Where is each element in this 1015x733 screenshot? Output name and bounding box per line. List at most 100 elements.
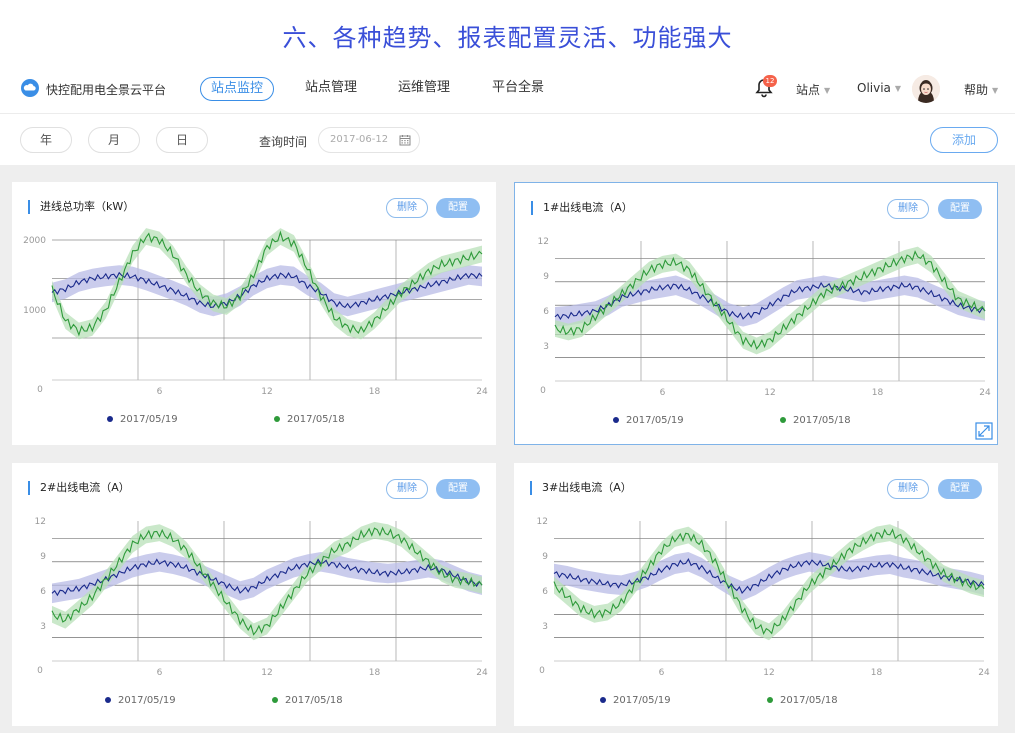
- notification-badge: 12: [763, 75, 777, 87]
- x-tick-label: 6: [157, 387, 163, 397]
- x-tick-label: 6: [659, 668, 665, 678]
- help-label: 帮助: [964, 83, 989, 97]
- query-date-input[interactable]: 2017-06-12: [318, 127, 420, 153]
- panel-title: 1#出线电流（A）: [531, 201, 633, 215]
- chart-panel-outgoing-current-1: 1#出线电流（A） 删除 配置 3 6 9 12 0 6 12 18 24 2017/05/19…: [514, 182, 998, 445]
- y-tick-label: 9: [40, 552, 46, 562]
- nav-site-monitor[interactable]: 站点监控: [200, 77, 275, 101]
- x-tick-label: 12: [763, 668, 774, 678]
- legend-label: 2017/05/18: [780, 695, 838, 706]
- config-button[interactable]: 配置: [436, 479, 480, 499]
- page-headline: 六、各种趋势、报表配置灵活、功能强大: [282, 24, 733, 52]
- x-tick-label: 12: [261, 668, 272, 678]
- y-tick-label: 2000: [23, 236, 46, 246]
- legend-dot: [613, 417, 619, 423]
- line-chart: 3 6 9 12 0 6 12 18 24: [35, 517, 488, 678]
- nav-platform-overview[interactable]: 平台全景: [482, 77, 554, 101]
- calendar-icon[interactable]: [399, 134, 411, 146]
- legend-item-series-2[interactable]: 2017/05/18: [780, 415, 851, 426]
- top-navigation: 快控配用电全景云平台 站点监控 站点管理 运维管理 平台全景 12 站点 ▼ Ol…: [0, 64, 1015, 114]
- panel-title: 2#出线电流（A）: [28, 481, 130, 495]
- x-origin-label: 0: [37, 666, 43, 676]
- expand-icon[interactable]: [975, 422, 993, 440]
- add-button[interactable]: 添加: [930, 127, 998, 153]
- chevron-down-icon: ▼: [992, 86, 999, 95]
- legend-dot: [107, 416, 113, 422]
- delete-button[interactable]: 删除: [887, 199, 929, 219]
- site-dropdown[interactable]: 站点 ▼: [796, 81, 830, 98]
- y-tick-label: 12: [35, 517, 46, 527]
- x-tick-label: 24: [476, 387, 488, 397]
- legend-label: 2017/05/18: [793, 415, 851, 426]
- config-button[interactable]: 配置: [938, 479, 982, 499]
- legend-item-series-2[interactable]: 2017/05/18: [274, 414, 345, 425]
- y-tick-label: 1000: [23, 306, 46, 316]
- x-origin-label: 0: [37, 385, 43, 395]
- legend-item-series-1[interactable]: 2017/05/19: [613, 415, 684, 426]
- x-tick-label: 18: [369, 387, 381, 397]
- query-date-value: 2017-06-12: [330, 134, 389, 145]
- x-origin-label: 0: [540, 386, 546, 396]
- y-tick-label: 9: [542, 552, 548, 562]
- legend-dot: [274, 416, 280, 422]
- user-name: Olivia: [857, 81, 891, 95]
- legend-label: 2017/05/19: [613, 695, 671, 706]
- config-button[interactable]: 配置: [436, 198, 480, 218]
- legend-item-series-1[interactable]: 2017/05/19: [105, 695, 176, 706]
- y-tick-label: 3: [40, 622, 46, 632]
- x-tick-label: 12: [764, 388, 775, 398]
- chevron-down-icon: ▼: [824, 86, 831, 95]
- line-chart: 1000 2000 0 6 12 18 24: [23, 228, 488, 397]
- x-tick-label: 24: [979, 388, 991, 398]
- legend-item-series-2[interactable]: 2017/05/18: [272, 695, 343, 706]
- avatar-face-icon: [912, 75, 940, 103]
- y-tick-label: 12: [538, 237, 549, 247]
- y-tick-label: 3: [543, 342, 549, 352]
- y-tick-label: 6: [542, 587, 548, 597]
- chart-panel-outgoing-current-3: 3#出线电流（A） 删除 配置 3 6 9 12 0 6 12 18 24 2017/05/19…: [514, 463, 998, 726]
- legend-item-series-2[interactable]: 2017/05/18: [767, 695, 838, 706]
- x-tick-label: 18: [369, 668, 381, 678]
- x-tick-label: 24: [476, 668, 488, 678]
- panel-title: 进线总功率（kW）: [28, 200, 134, 214]
- nav-operations-management[interactable]: 运维管理: [388, 77, 460, 101]
- legend-item-series-1[interactable]: 2017/05/19: [107, 414, 178, 425]
- user-dropdown[interactable]: Olivia ▼: [857, 81, 901, 95]
- chart-panel-outgoing-current-2: 2#出线电流（A） 删除 配置 3 6 9 12 0 6 12 18 24 2017/05/19…: [12, 463, 496, 726]
- legend-label: 2017/05/19: [118, 695, 176, 706]
- x-tick-label: 18: [872, 388, 884, 398]
- site-dropdown-label: 站点: [796, 83, 821, 97]
- legend-label: 2017/05/18: [285, 695, 343, 706]
- y-tick-label: 3: [542, 622, 548, 632]
- y-tick-label: 6: [40, 587, 46, 597]
- legend-item-series-1[interactable]: 2017/05/19: [600, 695, 671, 706]
- x-tick-label: 24: [978, 668, 990, 678]
- legend-dot: [272, 697, 278, 703]
- avatar[interactable]: [912, 75, 940, 103]
- day-filter-button[interactable]: 日: [156, 127, 208, 153]
- x-origin-label: 0: [539, 666, 545, 676]
- chart-panel-incoming-power: 进线总功率（kW） 删除 配置 1000 2000 0 6 12 18 24 2017/05…: [12, 182, 496, 445]
- delete-button[interactable]: 删除: [386, 198, 428, 218]
- delete-button[interactable]: 删除: [386, 479, 428, 499]
- nav-site-management[interactable]: 站点管理: [295, 77, 367, 101]
- help-dropdown[interactable]: 帮助 ▼: [964, 81, 998, 98]
- x-tick-label: 18: [871, 668, 883, 678]
- delete-button[interactable]: 删除: [887, 479, 929, 499]
- year-filter-button[interactable]: 年: [20, 127, 72, 153]
- line-chart: 3 6 9 12 0 6 12 18 24: [537, 517, 990, 678]
- filter-bar: 年 月 日 查询时间 2017-06-12 添加: [0, 115, 1015, 165]
- x-tick-label: 6: [157, 668, 163, 678]
- dashboard-grid: 进线总功率（kW） 删除 配置 1000 2000 0 6 12 18 24 2017/05…: [0, 165, 1015, 733]
- legend-label: 2017/05/18: [287, 414, 345, 425]
- legend-label: 2017/05/19: [626, 415, 684, 426]
- legend-dot: [105, 697, 111, 703]
- month-filter-button[interactable]: 月: [88, 127, 140, 153]
- query-time-label: 查询时间: [259, 135, 308, 149]
- legend-dot: [767, 697, 773, 703]
- x-tick-label: 12: [261, 387, 272, 397]
- brand-name: 快控配用电全景云平台: [46, 83, 167, 97]
- config-button[interactable]: 配置: [938, 199, 982, 219]
- legend-dot: [780, 417, 786, 423]
- y-tick-label: 12: [537, 517, 548, 527]
